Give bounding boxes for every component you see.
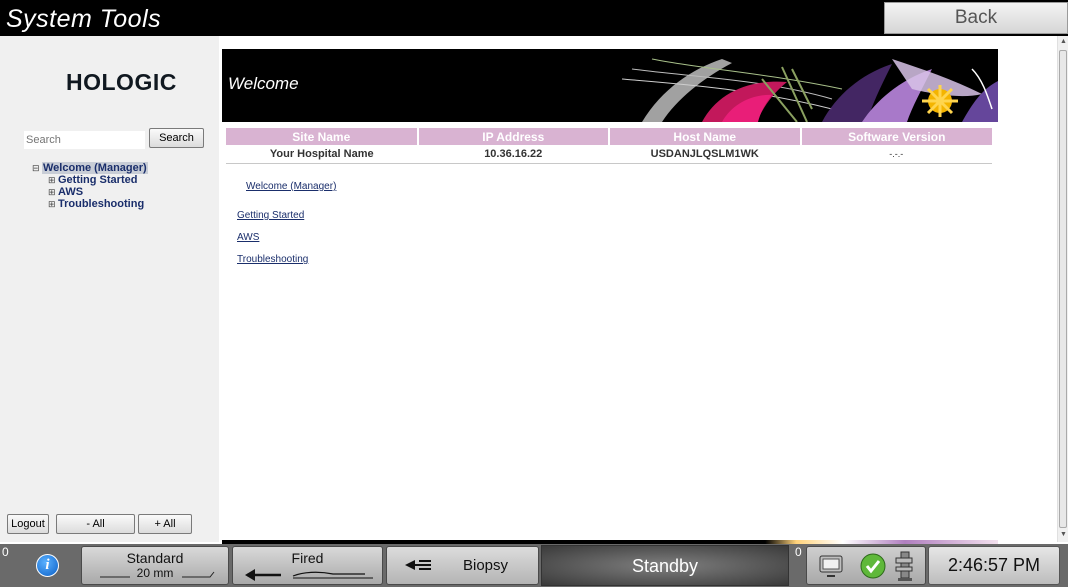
tree-item-getting-started[interactable]: ⊞ Getting Started bbox=[32, 174, 148, 186]
hologic-logo: HOLOGIC bbox=[66, 69, 177, 95]
table-header-row: Site Name IP Address Host Name Software … bbox=[226, 128, 992, 145]
right-counter: 0 bbox=[795, 545, 802, 559]
expand-icon[interactable]: ⊞ bbox=[48, 198, 58, 210]
search-input[interactable] bbox=[24, 131, 145, 149]
site-info-table: Site Name IP Address Host Name Software … bbox=[226, 128, 992, 164]
back-button[interactable]: Back bbox=[884, 2, 1068, 34]
host-name-cell: USDANJLQSLM1WK bbox=[609, 145, 801, 164]
exposure-status-button[interactable]: Fired bbox=[232, 546, 383, 585]
column-header-site-name: Site Name bbox=[226, 128, 418, 145]
gantry-icon[interactable] bbox=[893, 550, 917, 582]
table-row: Your Hospital Name 10.36.16.22 USDANJLQS… bbox=[226, 145, 992, 164]
tree-item-welcome[interactable]: ⊟ Welcome (Manager) bbox=[32, 162, 148, 174]
search-button[interactable]: Search bbox=[149, 128, 204, 148]
biopsy-label: Biopsy bbox=[463, 557, 509, 574]
scroll-up-arrow-icon[interactable]: ▲ bbox=[1060, 38, 1067, 45]
status-bar: 0 i Standard 20 mm Fired Biopsy Standby … bbox=[0, 544, 1068, 587]
system-icons-panel bbox=[806, 546, 926, 585]
link-aws[interactable]: AWS bbox=[237, 232, 259, 243]
banner-title: Welcome bbox=[228, 74, 299, 93]
exposure-arrow-icon bbox=[245, 569, 373, 581]
clock: 2:46:57 PM bbox=[928, 546, 1060, 585]
expand-all-button[interactable]: + All bbox=[138, 514, 192, 534]
biopsy-button[interactable]: Biopsy bbox=[386, 546, 539, 585]
welcome-banner: Welcome bbox=[222, 49, 998, 122]
link-welcome[interactable]: Welcome (Manager) bbox=[246, 181, 336, 192]
tree-item-label: Troubleshooting bbox=[58, 198, 145, 210]
paddle-line-icon bbox=[100, 571, 215, 578]
column-header-software-version: Software Version bbox=[799, 128, 992, 145]
app-title: System Tools bbox=[6, 5, 162, 33]
left-counter: 0 bbox=[2, 545, 9, 559]
checkmark-status-icon[interactable] bbox=[859, 552, 887, 580]
collapse-icon[interactable]: ⊟ bbox=[32, 162, 42, 174]
info-icon[interactable]: i bbox=[36, 554, 59, 577]
system-tools-window: System Tools Back HOLOGIC Search ⊟Welcom… bbox=[0, 0, 1068, 587]
tree-item-label: Getting Started bbox=[58, 174, 138, 186]
tree-item-label: AWS bbox=[58, 186, 84, 198]
system-state-indicator: Standby bbox=[541, 545, 789, 586]
vertical-scrollbar[interactable]: ▲ ▼ bbox=[1057, 36, 1068, 542]
expand-icon[interactable]: ⊞ bbox=[48, 186, 58, 198]
scroll-down-arrow-icon[interactable]: ▼ bbox=[1060, 531, 1067, 538]
site-name-cell: Your Hospital Name bbox=[226, 145, 418, 164]
monitor-icon[interactable] bbox=[817, 551, 847, 581]
help-tree: ⊟ Welcome (Manager) ⊞ Getting Started ⊞ AWS… bbox=[32, 162, 148, 210]
left-nav-panel: HOLOGIC Search ⊟Welcome (Manager) ⊞Getti… bbox=[0, 36, 219, 542]
compression-button[interactable]: Standard 20 mm bbox=[81, 546, 229, 585]
ip-address-cell: 10.36.16.22 bbox=[417, 145, 609, 164]
scrollbar-thumb[interactable] bbox=[1059, 50, 1067, 528]
tree-item-label: Welcome (Manager) bbox=[42, 162, 148, 174]
expand-icon[interactable]: ⊞ bbox=[48, 174, 58, 186]
flower-banner-image bbox=[622, 58, 998, 122]
column-header-ip-address: IP Address bbox=[416, 128, 609, 145]
top-bar: System Tools Back bbox=[0, 0, 1068, 36]
link-getting-started[interactable]: Getting Started bbox=[237, 210, 304, 221]
link-troubleshooting[interactable]: Troubleshooting bbox=[237, 254, 308, 265]
logout-button[interactable]: Logout bbox=[7, 514, 49, 534]
column-header-host-name: Host Name bbox=[608, 128, 801, 145]
collapse-all-button[interactable]: - All bbox=[56, 514, 135, 534]
software-version-cell: -.-.- bbox=[800, 145, 992, 164]
tree-item-aws[interactable]: ⊞ AWS bbox=[32, 186, 148, 198]
biopsy-icon bbox=[405, 560, 431, 570]
tree-item-troubleshooting[interactable]: ⊞ Troubleshooting bbox=[32, 198, 148, 210]
